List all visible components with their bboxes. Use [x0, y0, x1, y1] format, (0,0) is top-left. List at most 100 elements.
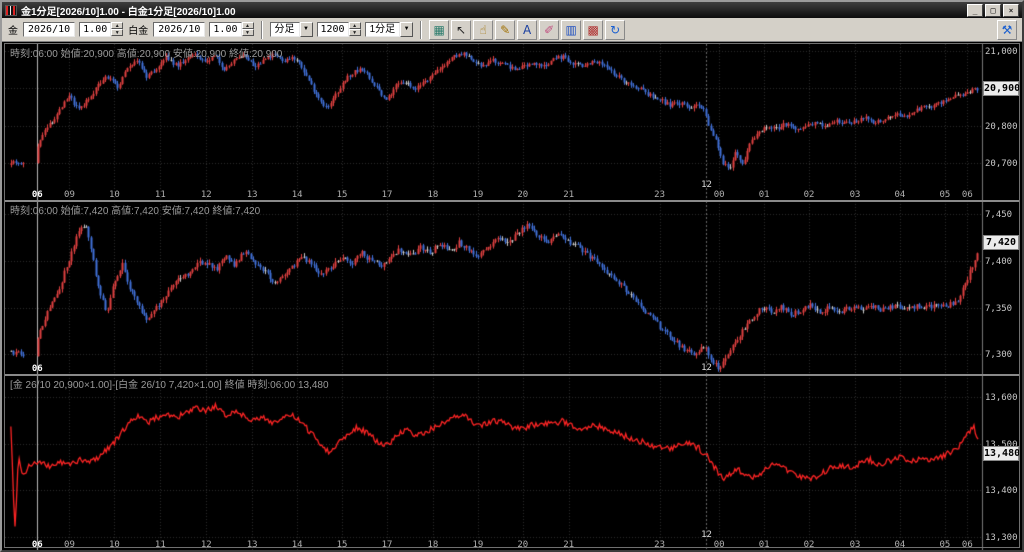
- gold-chart-canvas[interactable]: [5, 44, 1019, 201]
- cursor-tool-button[interactable]: ↖: [451, 19, 472, 40]
- time-axis-label: 10: [109, 190, 120, 200]
- gold-multiplier-down-button[interactable]: ▼: [111, 29, 124, 36]
- bar-count-down-button[interactable]: ▼: [348, 29, 361, 36]
- platinum-multiplier-stepper[interactable]: 1.00 ▲ ▼: [209, 22, 254, 37]
- time-axis-label: 06: [31, 540, 43, 550]
- minimize-button[interactable]: _: [967, 3, 983, 17]
- time-axis-label: 18: [427, 190, 439, 200]
- spread-chart-canvas[interactable]: [5, 375, 1019, 550]
- y-axis-label: 7,300: [985, 350, 1013, 361]
- platinum-ohlc-info: 時刻:06:00 始値:7,420 高値:7,420 安値:7,420 終値:7…: [10, 206, 261, 217]
- time-axis-label: 18: [427, 540, 439, 550]
- time-axis-label: 13: [246, 540, 258, 550]
- maximize-button[interactable]: □: [985, 3, 1001, 17]
- time-axis-label: 06: [31, 364, 43, 374]
- time-axis-label: 06: [961, 190, 973, 200]
- y-axis-label: 7,350: [985, 303, 1013, 314]
- platinum-multiplier-arrows: ▲ ▼: [241, 22, 254, 37]
- pencil-tool-button[interactable]: ✎: [495, 19, 516, 40]
- toolbar: 金 2026/10 1.00 ▲ ▼ 白金 2026/10 1.00 ▲ ▼ 分…: [2, 18, 1022, 42]
- time-axis-label: 09: [64, 540, 75, 550]
- time-axis-label: 00: [713, 190, 725, 200]
- time-axis-label: 10: [109, 540, 120, 550]
- time-axis-label: 12: [200, 190, 212, 200]
- time-axis-label: 15: [336, 540, 348, 550]
- time-axis-label: 17: [381, 540, 393, 550]
- time-axis-label: 21: [563, 540, 575, 550]
- gold-last-price-badge: 20,900: [983, 81, 1019, 97]
- panel-separator: [5, 374, 1019, 376]
- time-axis-label: 23: [654, 190, 665, 200]
- bar-count-stepper[interactable]: 1200 ▲ ▼: [316, 22, 361, 37]
- time-axis-label: 11: [154, 540, 166, 550]
- hand-tool-button[interactable]: ☝: [473, 19, 494, 40]
- platinum-multiplier-down-button[interactable]: ▼: [241, 29, 254, 36]
- clear-grid-button[interactable]: ▩: [583, 19, 604, 40]
- marker-tool-button[interactable]: ✐: [539, 19, 560, 40]
- app-window: 金1分足[2026/10]1.00 - 白金1分足[2026/10]1.00 _…: [0, 0, 1024, 552]
- time-axis-label: 12: [200, 540, 212, 550]
- y-axis-label: 13,300: [985, 532, 1018, 543]
- day-change-marker: 12: [701, 530, 712, 540]
- chevron-down-icon: ▼: [299, 22, 313, 37]
- bar-count-arrows: ▲ ▼: [348, 22, 361, 37]
- time-axis-label: 02: [803, 190, 815, 200]
- chart-area: 時刻:06:00 始値:20,900 高値:20,900 安値:20,900 終…: [4, 43, 1020, 550]
- platinum-multiplier-up-button[interactable]: ▲: [241, 22, 254, 29]
- time-axis-label: 04: [894, 540, 906, 550]
- y-axis-label: 13,600: [985, 392, 1018, 403]
- timeframe-dropdown[interactable]: 1分足 ▼: [364, 21, 414, 38]
- platinum-chart-canvas[interactable]: [5, 201, 1019, 375]
- toolbar-separator: [420, 20, 423, 39]
- bar-count-value: 1200: [316, 22, 349, 37]
- chevron-down-icon: ▼: [400, 22, 414, 37]
- period-type-dropdown[interactable]: 分足 ▼: [269, 21, 313, 38]
- time-axis-label: 01: [758, 540, 770, 550]
- y-axis-label: 7,400: [985, 256, 1013, 267]
- time-axis-label: 19: [472, 540, 484, 550]
- bar-count-up-button[interactable]: ▲: [348, 22, 361, 29]
- time-axis-label: 06: [961, 540, 973, 550]
- toolbar-right-group: ⚒: [997, 19, 1017, 40]
- platinum-multiplier-value: 1.00: [209, 22, 242, 37]
- platinum-month-field[interactable]: 2026/10: [153, 22, 206, 37]
- time-axis-label: 23: [654, 540, 665, 550]
- y-axis-label: 7,450: [985, 210, 1013, 221]
- time-axis-label: 21: [563, 190, 575, 200]
- platinum-chart-panel: 時刻:06:00 始値:7,420 高値:7,420 安値:7,420 終値:7…: [5, 201, 1019, 375]
- gold-multiplier-up-button[interactable]: ▲: [111, 22, 124, 29]
- platinum-label: 白金: [128, 26, 149, 37]
- y-axis-label: 21,000: [985, 46, 1018, 57]
- settings-wrench-button[interactable]: ⚒: [997, 19, 1017, 40]
- time-axis-label: 13: [246, 190, 258, 200]
- time-axis-label: 05: [939, 190, 951, 200]
- text-tool-button[interactable]: A: [517, 19, 538, 40]
- day-change-marker: 12: [701, 363, 712, 373]
- time-axis-label: 06: [31, 190, 43, 200]
- gold-ohlc-info: 時刻:06:00 始値:20,900 高値:20,900 安値:20,900 終…: [10, 49, 283, 60]
- panel-separator: [5, 200, 1019, 202]
- platinum-last-price-badge: 7,420: [983, 235, 1019, 251]
- gold-month-field[interactable]: 2026/10: [23, 22, 76, 37]
- refresh-button[interactable]: ↻: [605, 19, 626, 40]
- chart-layout-button[interactable]: ▦: [429, 19, 450, 40]
- y-axis-label: 20,700: [985, 159, 1018, 170]
- close-button[interactable]: ×: [1003, 3, 1019, 17]
- window-title: 金1分足[2026/10]1.00 - 白金1分足[2026/10]1.00: [21, 6, 236, 18]
- indicator-chart-button[interactable]: ▥: [561, 19, 582, 40]
- period-type-value: 分足: [269, 22, 300, 37]
- y-axis-label: 20,800: [985, 121, 1018, 132]
- toolbar-icon-group: ▦ ↖ ☝ ✎ A ✐ ▥ ▩ ↻: [429, 19, 626, 40]
- gold-multiplier-stepper[interactable]: 1.00 ▲ ▼: [79, 22, 124, 37]
- gold-multiplier-arrows: ▲ ▼: [111, 22, 124, 37]
- title-bar: 金1分足[2026/10]1.00 - 白金1分足[2026/10]1.00 _…: [2, 2, 1022, 18]
- window-controls: _ □ ×: [967, 3, 1019, 17]
- time-axis-label: 03: [849, 540, 861, 550]
- time-axis-label: 03: [849, 190, 861, 200]
- day-change-marker: 12: [701, 180, 712, 190]
- time-axis-label: 20: [517, 540, 529, 550]
- time-axis-label: 11: [154, 190, 166, 200]
- time-axis-label: 19: [472, 190, 484, 200]
- time-axis-label: 20: [517, 190, 529, 200]
- time-axis-label: 17: [381, 190, 393, 200]
